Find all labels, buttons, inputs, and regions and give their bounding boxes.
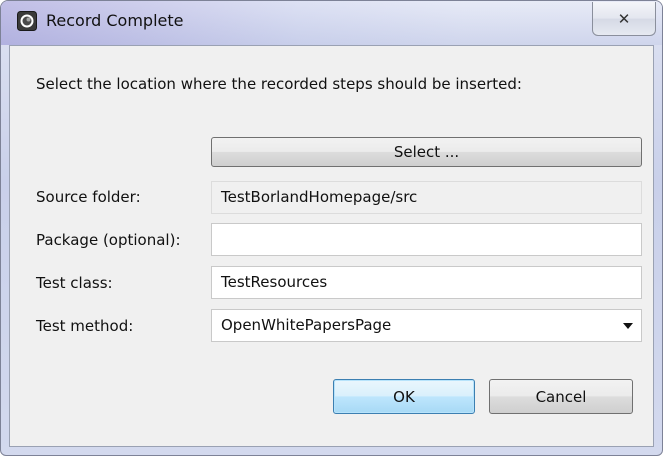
record-complete-dialog: Record Complete ✕ Select the location wh… bbox=[0, 0, 663, 456]
test-method-value: OpenWhitePapersPage bbox=[221, 316, 392, 334]
package-input[interactable] bbox=[211, 223, 642, 256]
test-class-input[interactable]: TestResources bbox=[211, 266, 642, 299]
test-method-label: Test method: bbox=[36, 317, 134, 335]
chevron-down-icon[interactable] bbox=[623, 323, 633, 329]
instruction-text: Select the location where the recorded s… bbox=[36, 75, 522, 93]
test-class-label: Test class: bbox=[36, 274, 113, 292]
window-title: Record Complete bbox=[46, 11, 184, 30]
title-bar[interactable]: Record Complete ✕ bbox=[1, 1, 662, 45]
close-button[interactable]: ✕ bbox=[592, 2, 656, 36]
source-folder-label: Source folder: bbox=[36, 188, 141, 206]
source-folder-field: TestBorlandHomepage/src bbox=[211, 181, 642, 214]
cancel-button[interactable]: Cancel bbox=[489, 379, 633, 414]
select-button[interactable]: Select ... bbox=[211, 137, 642, 167]
close-icon: ✕ bbox=[617, 9, 631, 28]
package-label: Package (optional): bbox=[36, 231, 181, 249]
ok-button[interactable]: OK bbox=[333, 379, 475, 414]
test-method-select[interactable]: OpenWhitePapersPage bbox=[211, 309, 642, 342]
eclipse-app-icon bbox=[17, 11, 37, 31]
dialog-content: Select the location where the recorded s… bbox=[9, 45, 654, 447]
